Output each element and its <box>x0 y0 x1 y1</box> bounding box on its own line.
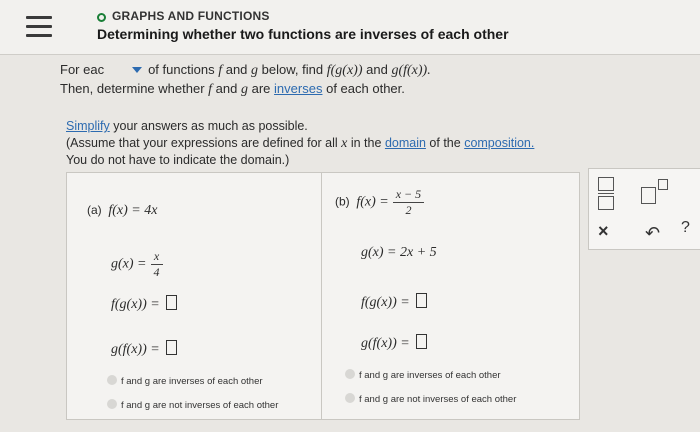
domain-link[interactable]: domain <box>385 136 426 150</box>
menu-icon[interactable] <box>26 16 52 38</box>
help-button[interactable]: ? <box>681 219 690 237</box>
question-line-2: Then, determine whether f and g are inve… <box>60 81 405 97</box>
part-b-f: (b) f(x) = x − 52 <box>335 187 425 218</box>
part-a-g: g(x) = x 4 <box>111 249 163 280</box>
part-b-fg: f(g(x)) = <box>361 293 427 311</box>
page-title: Determining whether two functions are in… <box>97 26 509 42</box>
undo-button[interactable]: ↶ <box>645 223 660 244</box>
instructions: Simplify your answers as much as possibl… <box>66 119 535 167</box>
dropdown-toggle[interactable] <box>104 62 148 78</box>
part-a-f: (a) f(x) = 4x <box>87 203 158 218</box>
radio-icon <box>345 369 355 379</box>
radio-icon <box>345 393 355 403</box>
radio-icon <box>107 375 117 385</box>
part-a-fg: f(g(x)) = <box>111 295 177 313</box>
inverses-link[interactable]: inverses <box>274 81 322 96</box>
simplify-link[interactable]: Simplify <box>66 119 110 133</box>
radio-option-b-inverses[interactable]: f and g are inverses of each other <box>345 369 501 381</box>
clear-button[interactable]: × <box>598 221 609 242</box>
fraction-icon <box>598 177 614 191</box>
answer-panel: (a) f(x) = 4x g(x) = x 4 f(g(x)) = g(f(x))… <box>66 172 580 420</box>
topic-status-icon <box>97 13 106 22</box>
part-b-gf: g(f(x)) = <box>361 334 427 352</box>
fraction-button[interactable] <box>598 177 614 210</box>
radio-option-a-inverses[interactable]: f and g are inverses of each other <box>107 375 263 387</box>
radio-icon <box>107 399 117 409</box>
exponent-button[interactable] <box>641 179 668 204</box>
radio-option-b-not-inverses[interactable]: f and g are not inverses of each other <box>345 393 516 405</box>
topic-label: GRAPHS AND FUNCTIONS <box>97 9 270 23</box>
exponent-icon <box>641 187 656 204</box>
answer-box-b-fg[interactable] <box>415 293 427 308</box>
answer-box-b-gf[interactable] <box>415 334 427 349</box>
answer-box-a-fg[interactable] <box>165 295 177 310</box>
header-bar: GRAPHS AND FUNCTIONS Determining whether… <box>0 0 700 55</box>
answer-box-a-gf[interactable] <box>165 340 177 355</box>
chevron-down-icon <box>132 67 143 73</box>
math-toolbar: × ↶ ? <box>588 168 700 250</box>
part-a-gf: g(f(x)) = <box>111 340 177 358</box>
radio-option-a-not-inverses[interactable]: f and g are not inverses of each other <box>107 399 278 411</box>
composition-link[interactable]: composition. <box>464 136 534 150</box>
panel-divider <box>321 173 322 419</box>
part-b-g: g(x) = 2x + 5 <box>361 245 437 260</box>
question-line-1: For eac of functions f and g below, find … <box>60 62 431 78</box>
